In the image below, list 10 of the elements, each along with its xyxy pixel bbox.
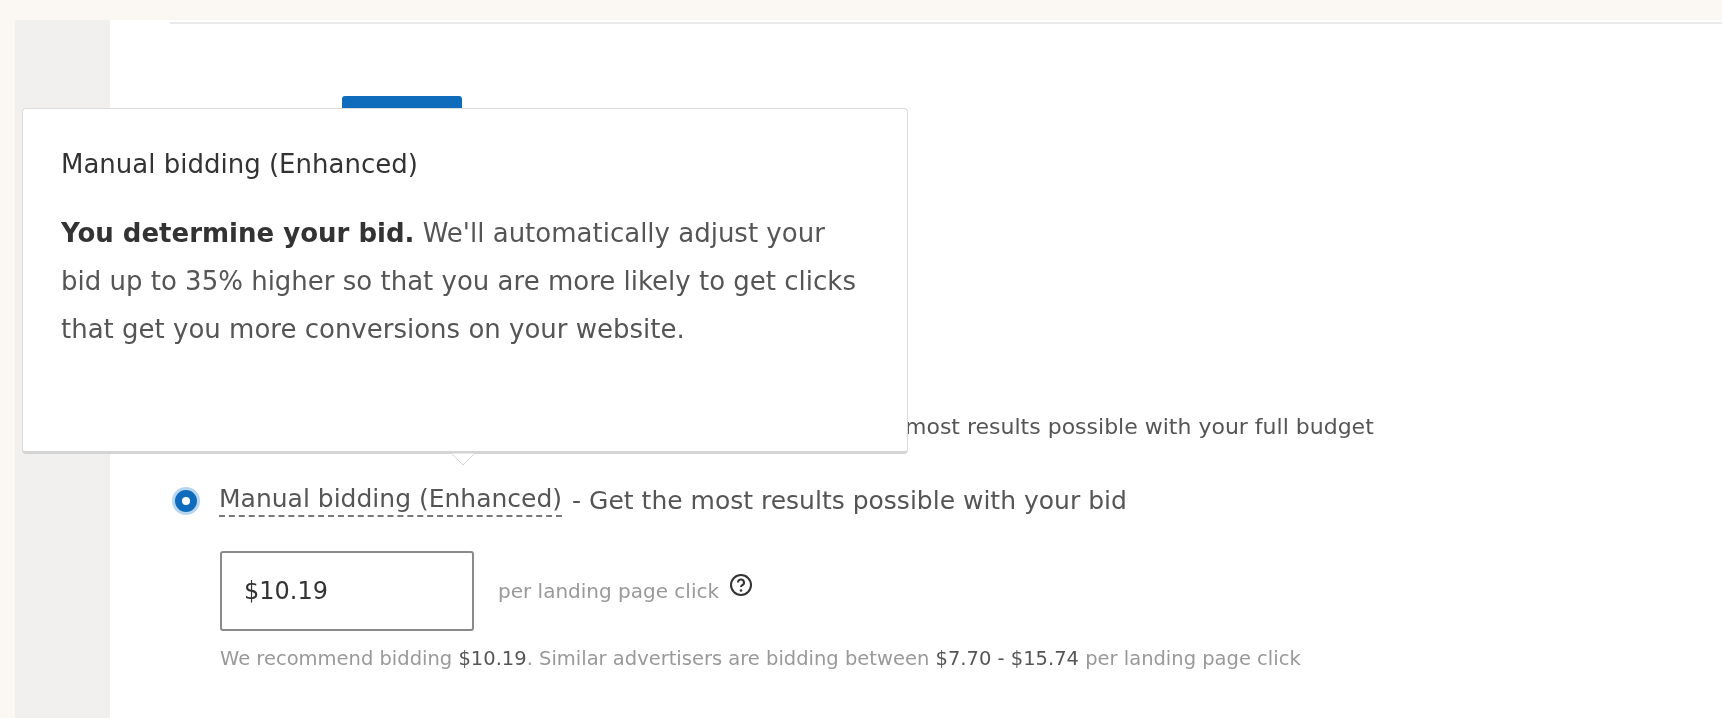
tooltip-title: Manual bidding (Enhanced)	[61, 149, 419, 179]
option-description: - Get the most results possible with your bid	[572, 486, 1127, 515]
help-icon[interactable]	[729, 573, 754, 597]
bid-input-field[interactable]: $10.19	[220, 551, 474, 631]
option-text: most results possible with your full budget	[905, 413, 1375, 441]
bid-unit: per landing page click	[498, 579, 720, 603]
option-label[interactable]: Manual bidding (Enhanced)	[219, 484, 563, 517]
recommendation-text: We recommend bidding $10.19. Similar advertisers are bidding between $7.70 - $15.74 per landing page click	[220, 647, 1302, 670]
radio-button[interactable]	[175, 489, 197, 512]
tooltip-text: You determine your bid. We'll automatically adjust your bid up to 35% higher so that you are more likely to get clicks that get you more conversions on your website.	[61, 217, 857, 346]
